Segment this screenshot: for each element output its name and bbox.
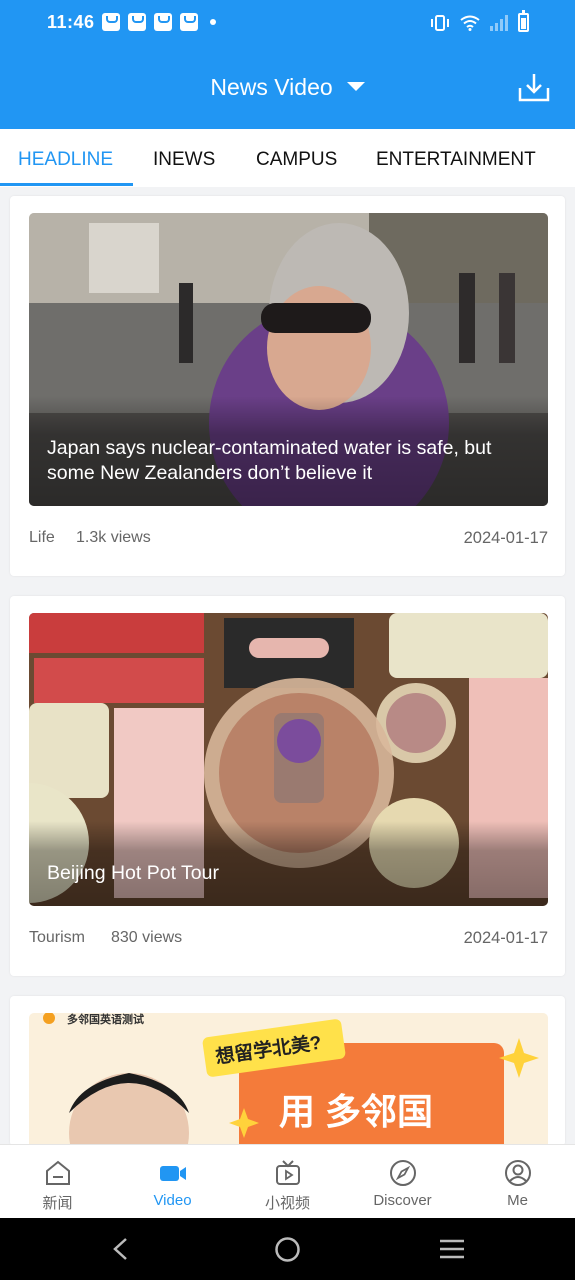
page-title: News Video xyxy=(210,74,333,100)
nav-short-video[interactable]: 小视频 xyxy=(230,1145,345,1219)
shopping-bag-notification-icon xyxy=(180,13,198,31)
video-thumbnail[interactable]: Japan says nuclear-contaminated water is… xyxy=(29,213,548,506)
nav-label: 小视频 xyxy=(264,1195,310,1212)
shopping-bag-notification-icon xyxy=(154,13,172,31)
status-bar: 11:46 xyxy=(0,0,575,48)
ad-brand-text: 多邻国英语测试 xyxy=(67,1014,144,1026)
nav-label: Video xyxy=(153,1192,192,1209)
battery-icon xyxy=(518,10,529,32)
nav-news[interactable]: 新闻 xyxy=(0,1145,115,1219)
signal-icon xyxy=(490,14,508,31)
category-tabs: HEADLINE INEWS CAMPUS ENTERTAINMENT xyxy=(0,129,575,187)
nav-label: Me xyxy=(507,1192,528,1209)
more-notifications-dot-icon xyxy=(210,19,216,25)
ad-banner[interactable]: 多邻国英语测试 想留学北美? 用 多邻国 xyxy=(29,1013,548,1146)
user-icon xyxy=(505,1160,531,1186)
active-tab-indicator xyxy=(0,183,133,186)
back-icon[interactable] xyxy=(110,1237,132,1261)
status-time: 11:46 xyxy=(47,12,95,32)
shopping-bag-notification-icon xyxy=(128,13,146,31)
tab-entertainment[interactable]: ENTERTAINMENT xyxy=(376,149,536,171)
video-camera-icon xyxy=(160,1166,186,1181)
home-icon xyxy=(46,1160,70,1185)
video-card[interactable]: Japan says nuclear-contaminated water is… xyxy=(10,196,565,576)
video-views: 830 views xyxy=(111,929,183,946)
nav-label: 新闻 xyxy=(42,1195,73,1212)
system-navigation-bar xyxy=(0,1218,575,1280)
recent-apps-icon[interactable] xyxy=(438,1238,466,1260)
system-icons xyxy=(430,10,529,32)
shopping-bag-notification-icon xyxy=(102,13,120,31)
video-title: Japan says nuclear-contaminated water is… xyxy=(29,396,548,506)
tab-headline[interactable]: HEADLINE xyxy=(18,149,113,171)
video-date: 2024-01-17 xyxy=(463,929,548,947)
nav-me[interactable]: Me xyxy=(460,1145,575,1219)
bottom-navigation: 新闻 Video 小视频 Discover Me xyxy=(0,1144,575,1218)
channel-selector[interactable]: News Video xyxy=(0,74,575,101)
compass-icon xyxy=(390,1160,416,1186)
video-date: 2024-01-17 xyxy=(463,529,548,547)
app-header: 11:46 News Video xyxy=(0,0,575,129)
nav-discover[interactable]: Discover xyxy=(345,1145,460,1219)
download-icon[interactable] xyxy=(517,72,551,104)
wifi-icon xyxy=(460,15,480,31)
ad-card[interactable]: 多邻国英语测试 想留学北美? 用 多邻国 xyxy=(10,996,565,1146)
video-category: Tourism xyxy=(29,929,86,946)
nav-label: Discover xyxy=(373,1192,432,1209)
ad-headline-text: 用 多邻国 xyxy=(279,1091,434,1132)
vibrate-icon xyxy=(431,14,449,31)
video-thumbnail[interactable]: Beijing Hot Pot Tour xyxy=(29,613,548,906)
video-category: Life xyxy=(29,529,55,546)
tab-campus[interactable]: CAMPUS xyxy=(256,149,337,171)
tv-play-icon xyxy=(276,1160,300,1185)
home-circle-icon[interactable] xyxy=(274,1236,301,1263)
video-title: Beijing Hot Pot Tour xyxy=(29,821,548,906)
video-card[interactable]: Beijing Hot Pot Tour Tourism 830 views 2… xyxy=(10,596,565,976)
notification-icons xyxy=(102,13,216,31)
video-views: 1.3k views xyxy=(76,529,151,546)
dropdown-caret-icon xyxy=(346,82,365,92)
tab-inews[interactable]: INEWS xyxy=(153,149,215,171)
nav-video[interactable]: Video xyxy=(115,1145,230,1219)
